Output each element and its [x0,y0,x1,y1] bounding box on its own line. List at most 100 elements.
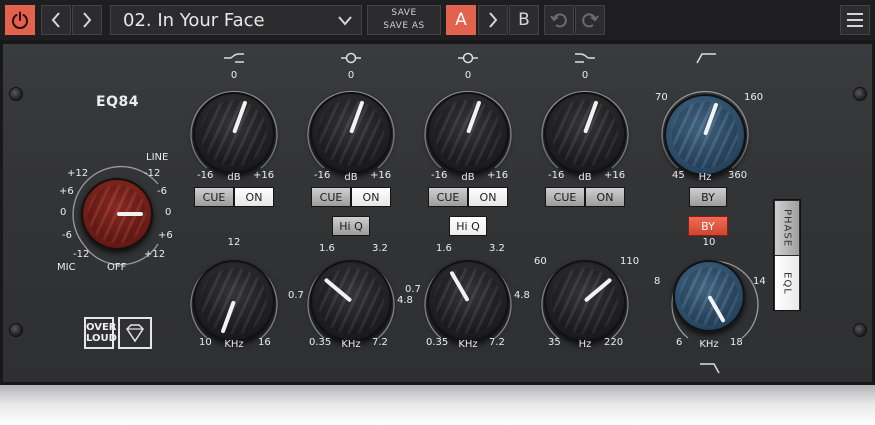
knob-indicator [707,295,726,324]
band1-on-button[interactable]: ON [234,187,274,207]
eq-faceplate: EQ84 +12 +6 0 -6 -12 LINE -12 -6 0 +6 +1… [3,44,872,382]
band2-gain-knob[interactable] [310,92,392,174]
gain-unit: dB [227,172,241,183]
freq-scale-min: 0.35 [426,337,449,348]
freq-scale-label: 0.7 [288,290,304,301]
band3-hiq-button[interactable]: Hi Q [449,216,487,236]
band4-gain-knob[interactable] [544,92,626,174]
lpf-frequency-knob[interactable] [673,260,745,332]
ab-a-button[interactable]: A [446,5,476,35]
next-preset-button[interactable] [72,5,102,35]
freq-scale-label: 60 [534,256,547,267]
gain-unit: dB [344,172,358,183]
diamond-logo-icon [118,317,152,349]
screw [10,324,22,336]
gain-scale-top: 0 [230,70,238,81]
band4-cue-button[interactable]: CUE [545,187,585,207]
freq-scale-max: 7.2 [372,337,388,348]
band3-on-button[interactable]: ON [468,187,508,207]
band2-cue-button[interactable]: CUE [311,187,351,207]
phase-segment[interactable]: PHASE [775,201,799,255]
panel-reflection [0,385,875,425]
undo-icon [550,13,567,28]
menu-button[interactable] [840,5,870,35]
band1-frequency-knob[interactable] [193,260,275,342]
gain-unit: dB [578,172,592,183]
band2-on-button[interactable]: ON [351,187,391,207]
knob-indicator [220,300,236,335]
save-button[interactable]: SAVE [391,7,416,20]
low-pass-filter-icon [700,363,720,374]
screw [854,324,866,336]
hpf-scale-label: 160 [744,92,764,103]
power-icon [12,11,28,29]
knob-indicator [583,277,613,303]
chevron-down-icon [338,16,352,26]
screw [10,88,22,100]
hpf-scale-label: 70 [655,92,668,103]
screw [854,88,866,100]
hpf-frequency-knob[interactable] [664,94,746,176]
peak-filter-icon [458,52,478,64]
copy-a-to-b-button[interactable] [478,5,508,35]
phase-eql-switch[interactable]: PHASE EQL [773,199,801,311]
freq-scale-label: 3.2 [372,243,388,254]
chevron-left-icon [51,12,60,28]
band3-gain-knob[interactable] [427,92,509,174]
line-tick-label: +12 [144,249,166,260]
band3-cue-button[interactable]: CUE [428,187,468,207]
chevron-right-icon [83,12,92,28]
mic-tick-label: +12 [67,168,89,179]
freq-scale-label: 0.7 [405,284,421,295]
freq-unit: KHz [341,339,361,350]
band1-cue-button[interactable]: CUE [194,187,234,207]
redo-button[interactable] [575,5,605,35]
lpf-unit: KHz [699,339,719,350]
eql-segment[interactable]: EQL [775,256,799,310]
undo-button[interactable] [544,5,574,35]
band2-frequency-knob[interactable] [310,260,392,342]
hpf-scale-max: 360 [728,170,748,181]
band1-gain-knob[interactable] [193,92,275,174]
preset-selector[interactable]: 02. In Your Face [110,5,362,35]
lpf-bypass-button[interactable]: BY [688,216,728,236]
freq-scale-max: 220 [604,337,624,348]
phase-label: PHASE [781,208,793,248]
band4-on-button[interactable]: ON [585,187,625,207]
mic-label: MIC [57,262,76,273]
redo-icon [582,13,599,28]
knob-indicator [703,101,719,136]
hpf-scale-min: 45 [672,170,685,181]
freq-scale-max: 16 [258,337,271,348]
lpf-scale-max: 18 [730,337,743,348]
gain-scale-min: -16 [548,170,565,181]
gain-scale-top: 0 [464,70,472,81]
band2-hiq-button[interactable]: Hi Q [332,216,370,236]
freq-scale-top: 12 [227,237,241,248]
freq-scale-min: 35 [548,337,561,348]
freq-scale-min: 10 [199,337,212,348]
hpf-bypass-button[interactable]: BY [689,187,727,207]
line-label: LINE [146,152,169,163]
hpf-unit: Hz [698,172,712,183]
knob-indicator [232,99,248,134]
band4-frequency-knob[interactable] [544,260,626,342]
power-button[interactable] [5,5,35,35]
mic-tick-label: -6 [62,230,72,241]
high-shelf-icon [575,53,595,63]
lpf-scale-label: 8 [654,276,661,287]
ab-b-button[interactable]: B [509,5,539,35]
gain-scale-max: +16 [253,170,275,181]
gain-scale-top: 0 [581,70,589,81]
knob-indicator [323,277,353,303]
line-tick-label: -6 [157,186,167,197]
input-selector-knob[interactable] [81,178,153,250]
save-as-button[interactable]: SAVE AS [383,20,425,33]
line-tick-label: +6 [158,230,173,241]
previous-preset-button[interactable] [41,5,71,35]
peak-filter-icon [341,52,361,64]
knob-indicator [349,99,365,134]
band3-frequency-knob[interactable] [427,260,509,342]
knob-indicator [449,270,470,302]
freq-scale-min: 0.35 [309,337,332,348]
